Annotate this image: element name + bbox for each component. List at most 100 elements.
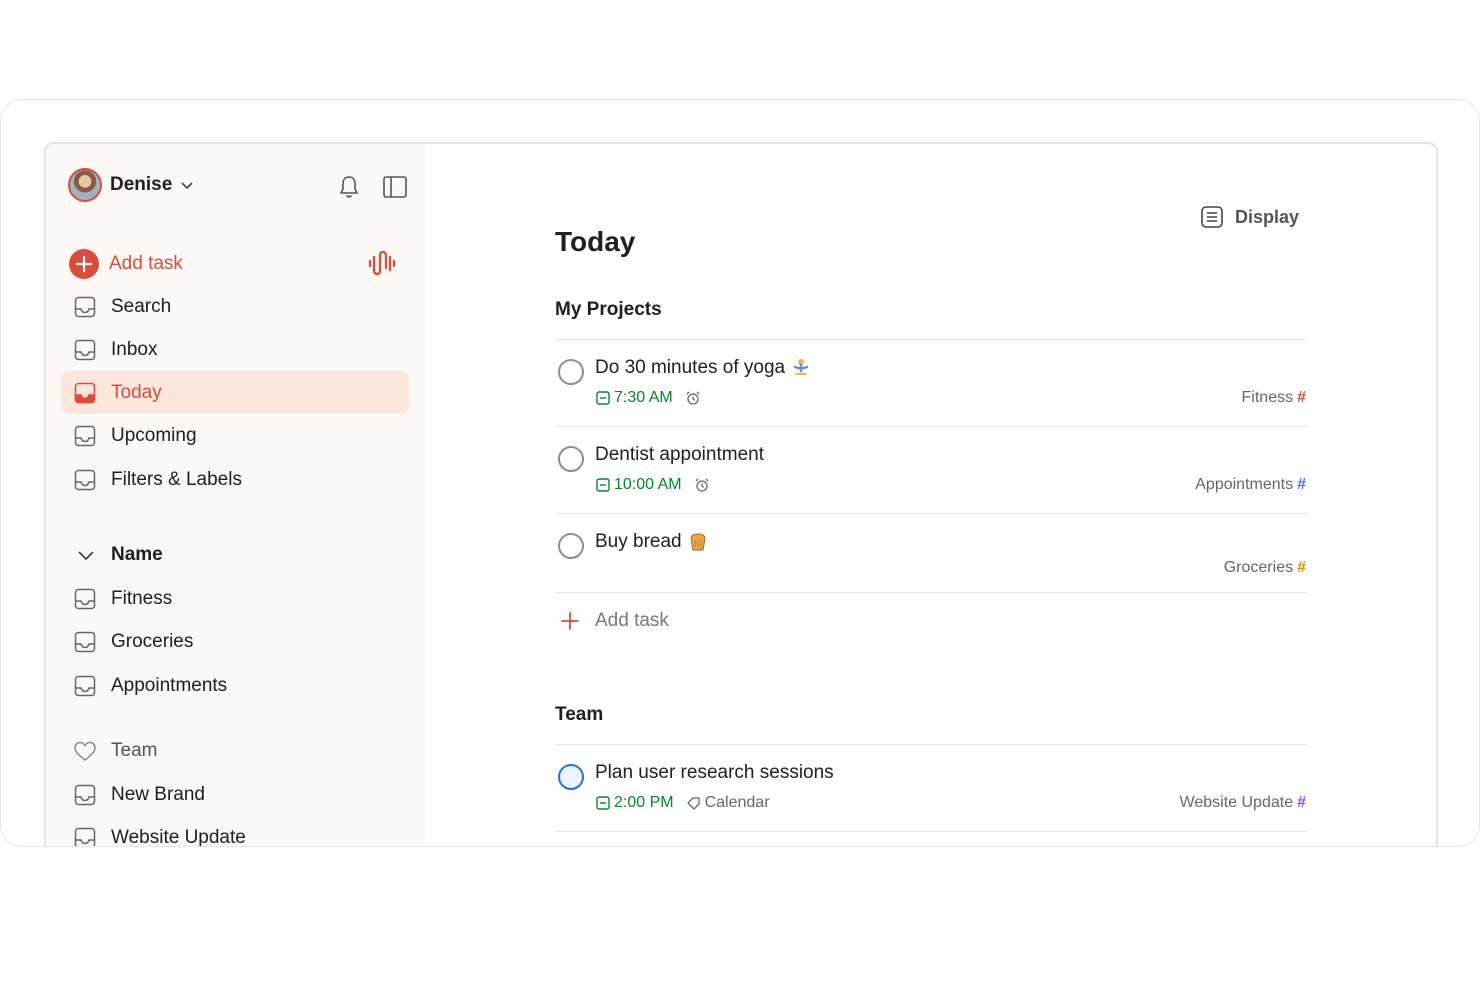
inbox-icon — [72, 294, 98, 320]
task-label[interactable]: Calendar — [705, 794, 770, 812]
sidebar-item-label: Fitness — [111, 587, 173, 609]
inbox-icon — [72, 423, 98, 449]
alarm-icon — [695, 478, 709, 492]
divider — [555, 831, 1308, 832]
task-due-time: 7:30 AM — [614, 389, 673, 406]
bread-emoji-icon — [690, 533, 706, 551]
sidebar-item-label: Search — [111, 295, 172, 317]
task-title: Do 30 minutes of yoga — [595, 357, 811, 379]
sidebar-item-label: New Brand — [111, 783, 205, 805]
divider — [555, 744, 1308, 745]
sidebar-project-new-brand[interactable]: New Brand — [61, 773, 409, 816]
inbox-icon — [72, 467, 98, 493]
inbox-icon — [72, 586, 98, 612]
task-project[interactable]: Groceries # — [1224, 559, 1306, 577]
task-due-time: 10:00 AM — [614, 476, 682, 493]
add-task-label: Add task — [109, 252, 183, 274]
chevron-down-icon — [181, 182, 193, 190]
sidebar-item-label: Groceries — [111, 630, 194, 652]
task-checkbox[interactable] — [558, 446, 584, 472]
yoga-emoji-icon — [793, 358, 809, 375]
heart-icon — [74, 741, 96, 761]
calendar-icon — [596, 478, 610, 492]
task-meta: 10:00 AM — [595, 476, 710, 494]
inbox-icon — [72, 629, 98, 655]
calendar-icon — [596, 796, 610, 810]
task-item[interactable]: Plan user research sessions 2:00 PM Cale… — [555, 762, 1308, 822]
display-button[interactable]: Display — [1199, 204, 1299, 230]
sidebar-item-search[interactable]: Search — [61, 285, 409, 328]
hash-icon: # — [1297, 476, 1306, 493]
task-project[interactable]: Appointments # — [1195, 476, 1306, 494]
inbox-icon — [72, 380, 98, 406]
section-title: Name — [111, 544, 163, 565]
task-checkbox[interactable] — [558, 764, 584, 790]
ramble-icon[interactable] — [367, 248, 397, 278]
avatar — [68, 168, 102, 202]
sidebar-toggle-icon[interactable] — [382, 174, 408, 200]
add-task-button[interactable]: Add task — [61, 242, 409, 285]
calendar-icon — [596, 391, 610, 405]
hash-icon: # — [1297, 389, 1306, 406]
task-meta: 2:00 PM Calendar — [595, 794, 770, 812]
outer-card: Denise Add task Search Inbox Today Upcom… — [0, 99, 1480, 847]
section-header-team[interactable]: Team — [61, 731, 409, 771]
inbox-icon — [72, 782, 98, 808]
sidebar-item-filters-labels[interactable]: Filters & Labels — [61, 458, 409, 501]
chevron-down-icon — [78, 551, 94, 561]
sidebar-item-label: Inbox — [111, 338, 158, 360]
task-title: Dentist appointment — [595, 444, 764, 465]
add-task-inline-button[interactable]: Add task — [555, 610, 669, 632]
alarm-icon — [686, 391, 700, 405]
user-name: Denise — [110, 174, 173, 195]
task-due-time: 2:00 PM — [614, 794, 674, 811]
user-menu[interactable]: Denise — [68, 168, 194, 202]
section-header-my-projects[interactable]: Name — [61, 535, 409, 575]
add-task-inline-label: Add task — [595, 610, 669, 631]
sidebar: Denise Add task Search Inbox Today Upcom… — [46, 144, 426, 847]
display-icon — [1201, 206, 1223, 228]
sidebar-project-appointments[interactable]: Appointments — [61, 664, 409, 707]
main-content: Display Today My Projects Do 30 minutes … — [426, 144, 1436, 846]
page-title: Today — [555, 226, 636, 257]
display-label: Display — [1235, 206, 1300, 227]
hash-icon: # — [1297, 559, 1306, 576]
label-icon — [686, 797, 700, 810]
sidebar-item-label: Appointments — [111, 674, 228, 696]
inbox-icon — [72, 673, 98, 699]
task-checkbox[interactable] — [558, 359, 584, 385]
inbox-icon — [72, 337, 98, 363]
task-item[interactable]: Buy bread Groceries # — [555, 531, 1308, 591]
sidebar-item-label: Upcoming — [111, 424, 197, 446]
task-item[interactable]: Dentist appointment 10:00 AM Appointment… — [555, 444, 1308, 504]
sidebar-top-icons — [336, 174, 408, 200]
task-project[interactable]: Fitness # — [1242, 389, 1306, 407]
task-item[interactable]: Do 30 minutes of yoga 7:30 AM Fitness # — [555, 357, 1308, 417]
task-checkbox[interactable] — [558, 533, 584, 559]
sidebar-item-upcoming[interactable]: Upcoming — [61, 414, 409, 457]
plus-icon — [561, 612, 579, 630]
sidebar-item-label: Filters & Labels — [111, 468, 242, 490]
task-title: Buy bread — [595, 531, 708, 553]
sidebar-item-inbox[interactable]: Inbox — [61, 328, 409, 371]
sidebar-item-label: Today — [111, 381, 162, 403]
divider — [555, 426, 1308, 427]
inbox-icon — [72, 825, 98, 846]
hash-icon: # — [1297, 794, 1306, 811]
sidebar-project-fitness[interactable]: Fitness — [61, 577, 409, 620]
group-title: My Projects — [555, 299, 662, 320]
section-title: Team — [111, 740, 158, 761]
group-title: Team — [555, 704, 604, 725]
divider — [555, 592, 1308, 593]
bell-icon[interactable] — [336, 174, 362, 200]
task-title: Plan user research sessions — [595, 762, 834, 783]
task-project[interactable]: Website Update # — [1180, 794, 1306, 812]
sidebar-item-today[interactable]: Today — [61, 371, 409, 414]
sidebar-project-groceries[interactable]: Groceries — [61, 620, 409, 663]
divider — [555, 339, 1308, 340]
sidebar-item-label: Website Update — [111, 826, 246, 847]
task-meta: 7:30 AM — [595, 389, 701, 407]
divider — [555, 513, 1308, 514]
sidebar-project-website-update[interactable]: Website Update — [61, 816, 409, 847]
add-icon — [69, 248, 99, 279]
